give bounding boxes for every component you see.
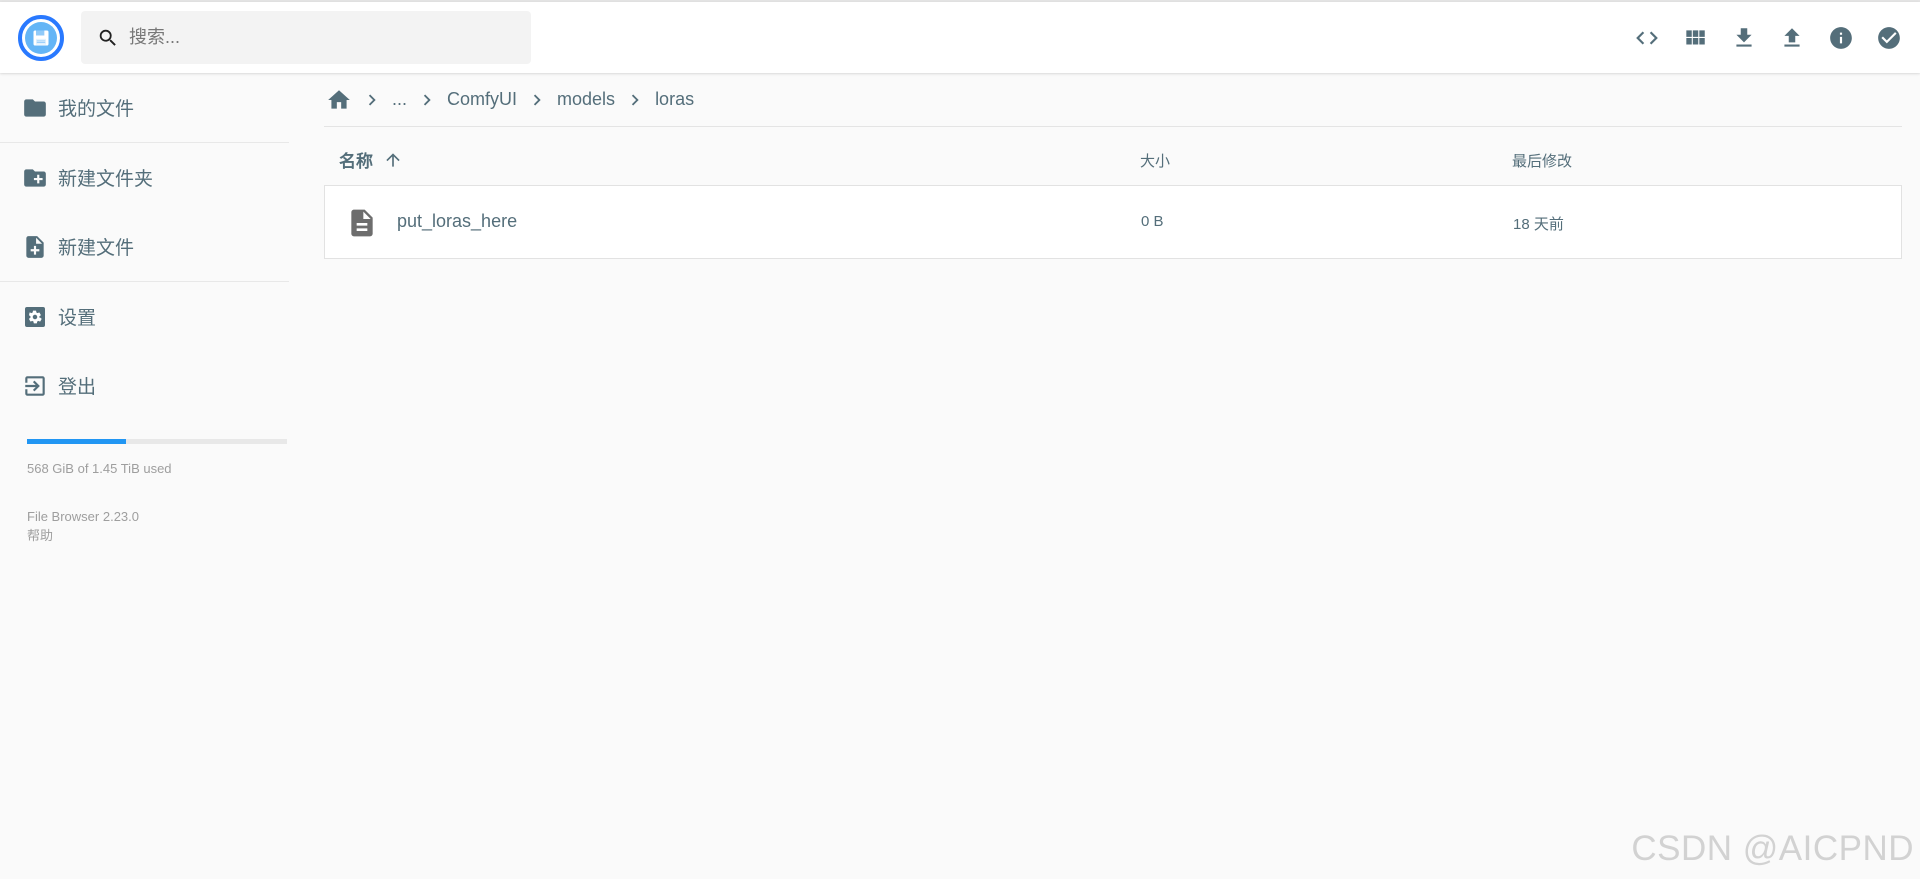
- column-header-modified[interactable]: 最后修改: [1512, 150, 1572, 171]
- chevron-right-icon: [360, 88, 384, 112]
- usage-bar: [27, 439, 287, 444]
- floppy-disk-icon: [25, 22, 57, 54]
- breadcrumb: ... ComfyUI models loras: [324, 73, 1902, 127]
- sidebar-item-my-files[interactable]: 我的文件: [0, 73, 289, 142]
- usage-bar-fill: [27, 439, 126, 444]
- column-header-name-label: 名称: [339, 152, 373, 171]
- file-icon: [345, 206, 379, 240]
- column-header-name[interactable]: 名称: [339, 147, 403, 172]
- file-row[interactable]: put_loras_here 0 B 18 天前: [324, 185, 1902, 259]
- storage-usage: 568 GiB of 1.45 TiB used: [27, 439, 287, 476]
- list-header: 名称 大小 最后修改: [324, 127, 1902, 185]
- logout-icon: [22, 373, 48, 399]
- sidebar-item-label: 新建文件夹: [58, 169, 154, 190]
- header-actions: [1613, 23, 1904, 53]
- sort-arrow-up-icon[interactable]: [383, 150, 403, 170]
- watermark: CSDN @AICPND: [1631, 829, 1914, 868]
- sidebar-item-settings[interactable]: 设置: [0, 282, 289, 351]
- app-logo[interactable]: [18, 15, 64, 61]
- sidebar-item-label: 新建文件: [58, 238, 135, 259]
- search-input[interactable]: [129, 27, 509, 48]
- sidebar-item-label: 登出: [58, 377, 97, 398]
- upload-icon[interactable]: [1777, 23, 1807, 53]
- sidebar-item-logout[interactable]: 登出: [0, 351, 289, 420]
- search-icon: [95, 25, 121, 51]
- credits: File Browser 2.23.0 帮助: [27, 507, 139, 545]
- usage-text: 568 GiB of 1.45 TiB used: [27, 461, 172, 476]
- info-icon[interactable]: [1826, 23, 1856, 53]
- sidebar: 我的文件 新建文件夹 新建文件 设置 登出: [0, 73, 289, 420]
- chevron-right-icon: [415, 88, 439, 112]
- file-name: put_loras_here: [397, 211, 518, 231]
- main-content: ... ComfyUI models loras 名称 大小 最后修改 put_…: [324, 73, 1902, 259]
- sidebar-item-new-file[interactable]: 新建文件: [0, 212, 289, 281]
- code-icon[interactable]: [1632, 23, 1662, 53]
- chevron-right-icon: [525, 88, 549, 112]
- version-text: File Browser 2.23.0: [27, 509, 139, 524]
- sidebar-item-label: 我的文件: [58, 99, 135, 120]
- folder-icon: [22, 95, 48, 121]
- header-bar: [0, 2, 1920, 73]
- breadcrumb-item[interactable]: ComfyUI: [447, 89, 517, 110]
- chevron-right-icon: [623, 88, 647, 112]
- breadcrumb-item-current[interactable]: loras: [655, 89, 694, 110]
- help-link[interactable]: 帮助: [27, 526, 139, 545]
- search-box[interactable]: [81, 11, 531, 64]
- home-icon[interactable]: [326, 87, 352, 113]
- column-header-size[interactable]: 大小: [1140, 150, 1170, 171]
- check-circle-icon[interactable]: [1874, 23, 1904, 53]
- new-file-icon: [22, 234, 48, 260]
- breadcrumb-item[interactable]: models: [557, 89, 615, 110]
- new-folder-icon: [22, 165, 48, 191]
- download-icon[interactable]: [1729, 23, 1759, 53]
- settings-icon: [22, 304, 48, 330]
- sidebar-item-new-folder[interactable]: 新建文件夹: [0, 143, 289, 212]
- breadcrumb-item[interactable]: ...: [392, 89, 407, 110]
- grid-view-icon[interactable]: [1680, 23, 1710, 53]
- file-size: 0 B: [1141, 213, 1164, 230]
- file-modified: 18 天前: [1513, 216, 1564, 233]
- sidebar-item-label: 设置: [58, 308, 97, 329]
